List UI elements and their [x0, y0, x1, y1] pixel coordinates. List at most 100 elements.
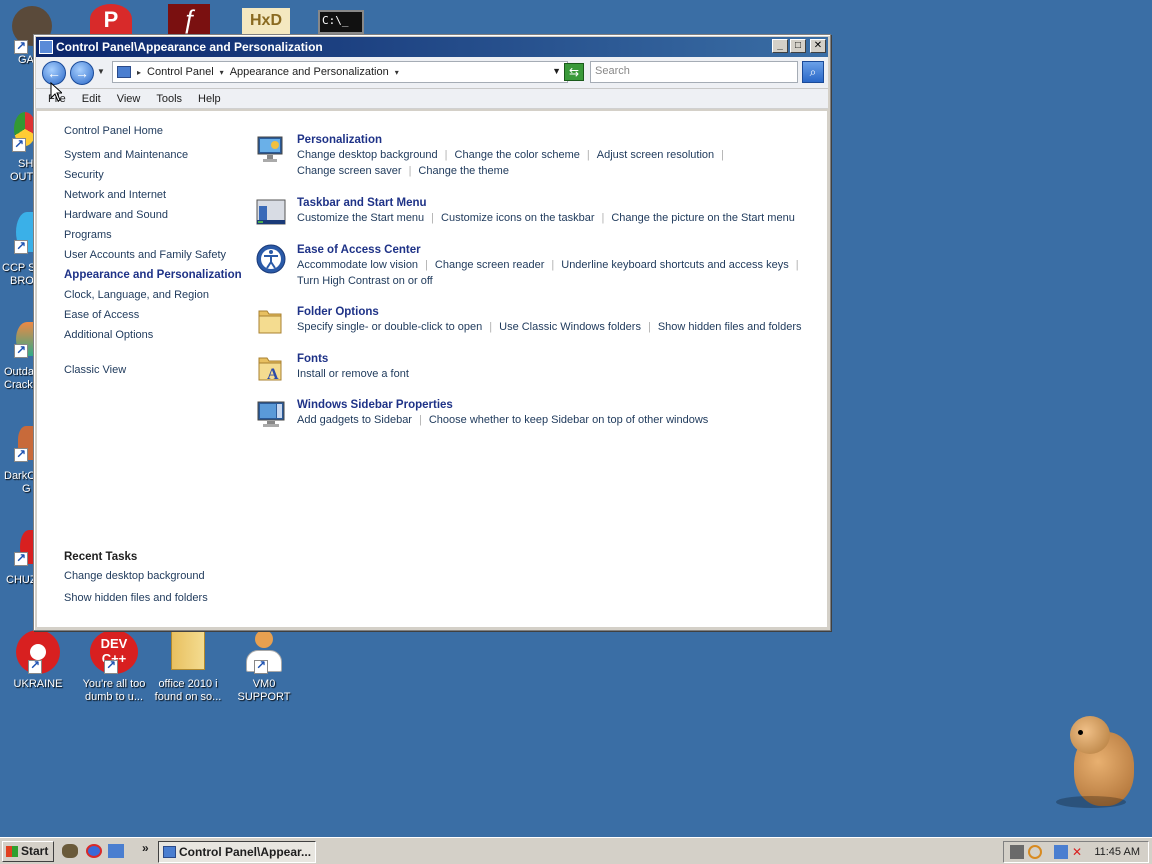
content-area: Control Panel Home System and Maintenanc… [37, 111, 827, 627]
monitor-paint-icon [257, 136, 283, 162]
task-link[interactable]: Turn High Contrast on or off [297, 275, 433, 287]
chevron-down-icon[interactable]: ▾ [395, 68, 399, 77]
tray-search-icon[interactable] [1028, 845, 1042, 859]
task-link[interactable]: Customize icons on the taskbar [441, 212, 594, 224]
task-link[interactable]: Change the color scheme [455, 149, 580, 161]
quicklaunch-control-panel-icon[interactable] [108, 844, 124, 858]
tray-volume-muted-icon[interactable]: ✕ [1072, 845, 1086, 859]
desktop-icon-edge-1[interactable] [0, 108, 36, 156]
category-title[interactable]: Windows Sidebar Properties [297, 398, 815, 412]
desktop-icon-devcpp[interactable]: DEV C++ You're all too dumb to u... [76, 630, 152, 704]
taskbar-button-control-panel[interactable]: Control Panel\Appear... [158, 841, 316, 863]
shortcut-arrow-icon [14, 551, 28, 566]
category-title[interactable]: Taskbar and Start Menu [297, 196, 815, 210]
task-link[interactable]: Install or remove a font [297, 368, 409, 380]
folder-options-icon [258, 310, 282, 334]
category-title[interactable]: Personalization [297, 133, 815, 147]
category-title[interactable]: Folder Options [297, 305, 815, 319]
task-link[interactable]: Change the theme [418, 165, 509, 177]
task-link[interactable]: Accommodate low vision [297, 259, 418, 271]
menu-view[interactable]: View [109, 93, 149, 105]
start-label: Start [21, 844, 49, 858]
windows-logo-icon [6, 846, 18, 857]
task-link[interactable]: Change screen saver [297, 165, 402, 177]
sidebar-item-classic-view[interactable]: Classic View [64, 364, 247, 377]
address-bar-area: ← → ▼ ▸ Control Panel ▾ Appearance and P… [36, 57, 828, 89]
recent-task-link[interactable]: Show hidden files and folders [64, 592, 208, 605]
maximize-button[interactable]: □ [790, 39, 806, 53]
chevron-right-icon[interactable]: ▸ [137, 68, 141, 77]
menu-tools[interactable]: Tools [148, 93, 190, 105]
ease-of-access-icon [256, 244, 286, 274]
title-bar[interactable]: Control Panel\Appearance and Personaliza… [36, 37, 828, 57]
task-link[interactable]: Change the picture on the Start menu [611, 212, 794, 224]
task-link[interactable]: Change screen reader [435, 259, 544, 271]
sidebar-item-network[interactable]: Network and Internet [64, 189, 247, 202]
shortcut-arrow-icon [14, 447, 28, 462]
close-button[interactable]: ✕ [810, 39, 826, 53]
start-button[interactable]: Start [2, 841, 54, 862]
task-link[interactable]: Adjust screen resolution [597, 149, 714, 161]
hamster-mascot-icon[interactable] [1052, 712, 1136, 816]
sidebar-item-additional-options[interactable]: Additional Options [64, 329, 247, 342]
desktop-icon-hxd[interactable]: HxD [242, 8, 290, 34]
recent-pages-dropdown[interactable]: ▼ [97, 67, 105, 76]
link-separator: | [647, 321, 651, 333]
breadcrumb-appearance[interactable]: Appearance and Personalization [230, 66, 389, 78]
sidebar-item-clock-language[interactable]: Clock, Language, and Region [64, 289, 247, 302]
sidebar-item-ease-of-access[interactable]: Ease of Access [64, 309, 247, 322]
recent-task-link[interactable]: Change desktop background [64, 570, 208, 583]
category-title[interactable]: Fonts [297, 352, 815, 366]
minimize-button[interactable]: _ [772, 39, 788, 53]
task-link[interactable]: Use Classic Windows folders [499, 321, 641, 333]
address-field[interactable]: ▸ Control Panel ▾ Appearance and Persona… [112, 61, 568, 83]
sidebar-item-control-panel-home[interactable]: Control Panel Home [64, 125, 247, 138]
desktop-icon-flash[interactable]: ƒ [168, 4, 210, 34]
task-link[interactable]: Specify single- or double-click to open [297, 321, 482, 333]
desktop-icon-p[interactable]: P [90, 4, 134, 36]
task-link[interactable]: Show hidden files and folders [658, 321, 802, 333]
category-folder-options: Folder Options Specify single- or double… [255, 305, 815, 352]
category-windows-sidebar: Windows Sidebar Properties Add gadgets t… [255, 398, 815, 438]
sidebar-item-programs[interactable]: Programs [64, 229, 247, 242]
menu-help[interactable]: Help [190, 93, 229, 105]
tray-network-icon[interactable] [1054, 845, 1068, 859]
control-panel-window[interactable]: Control Panel\Appearance and Personaliza… [33, 34, 831, 631]
desktop-icon-label: Outda [4, 366, 34, 378]
chevron-down-icon[interactable]: ▾ [220, 68, 224, 77]
menu-edit[interactable]: Edit [74, 93, 109, 105]
task-pane: Control Panel Home System and Maintenanc… [37, 111, 247, 627]
search-button[interactable]: ⌕ [802, 61, 824, 83]
task-link[interactable]: Underline keyboard shortcuts and access … [561, 259, 788, 271]
link-separator: | [601, 212, 605, 224]
refresh-button[interactable]: ⇆ [564, 63, 584, 81]
sidebar-item-system-maintenance[interactable]: System and Maintenance [64, 149, 247, 162]
forward-button[interactable]: → [70, 61, 94, 85]
desktop-icon-label: UKRAINE [13, 678, 63, 690]
sidebar-item-security[interactable]: Security [64, 169, 247, 182]
quicklaunch-overflow-icon[interactable]: » [142, 841, 149, 855]
sidebar-item-user-accounts[interactable]: User Accounts and Family Safety [64, 249, 247, 262]
task-link[interactable]: Customize the Start menu [297, 212, 424, 224]
quicklaunch-raccoon-icon[interactable] [62, 844, 78, 858]
back-arrow-icon: ← [47, 65, 61, 81]
search-input[interactable]: Search [590, 61, 798, 83]
taskbar-button-label: Control Panel\Appear... [179, 845, 312, 859]
tray-device-icon[interactable] [1010, 845, 1024, 859]
category-title[interactable]: Ease of Access Center [297, 243, 815, 257]
desktop-icon-label: BRO [10, 275, 34, 287]
address-dropdown-icon[interactable]: ▼ [552, 66, 561, 76]
quicklaunch-browser-icon[interactable] [86, 844, 102, 858]
sidebar-item-appearance: Appearance and Personalization [64, 269, 242, 281]
desktop-icon-vm0[interactable]: VM0 SUPPORT [226, 630, 302, 704]
clock[interactable]: 11:45 AM [1094, 842, 1140, 862]
sidebar-item-hardware-sound[interactable]: Hardware and Sound [64, 209, 247, 222]
task-link[interactable]: Change desktop background [297, 149, 438, 161]
control-panel-icon [39, 40, 53, 54]
desktop-icon-office[interactable]: office 2010 i found on so... [150, 630, 226, 704]
breadcrumb-control-panel[interactable]: Control Panel [147, 66, 214, 78]
desktop-icon-ukraine[interactable]: UKRAINE [0, 630, 76, 691]
task-link[interactable]: Choose whether to keep Sidebar on top of… [429, 414, 708, 426]
desktop-icon-cmd[interactable]: C:\_ [318, 10, 364, 34]
task-link[interactable]: Add gadgets to Sidebar [297, 414, 412, 426]
